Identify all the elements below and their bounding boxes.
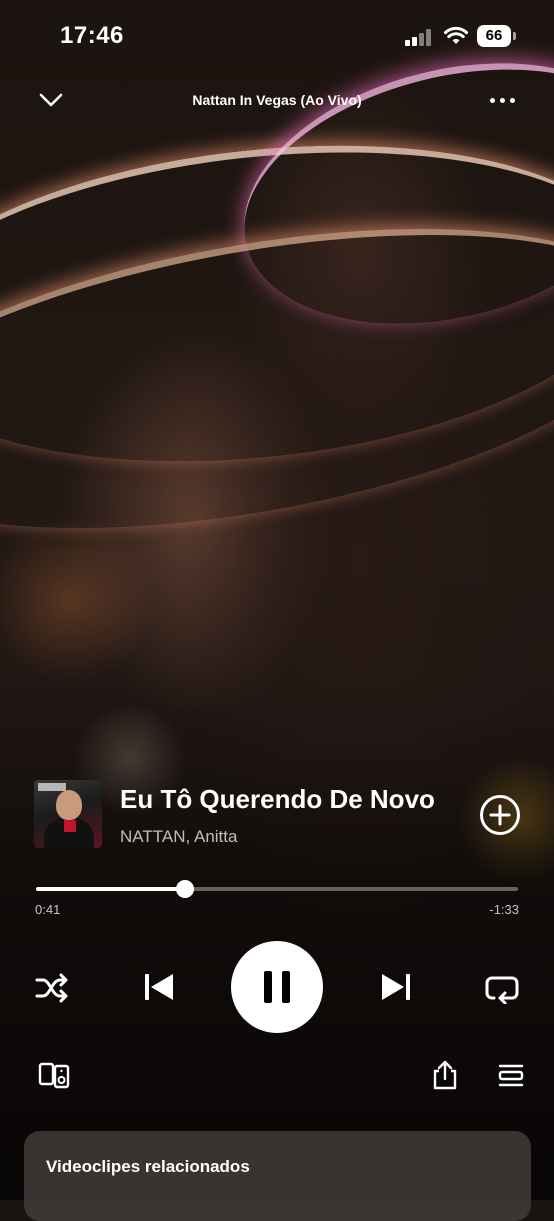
pause-icon [264, 971, 290, 1003]
progress-fill [36, 887, 186, 891]
progress-bar[interactable] [36, 880, 518, 898]
now-playing-context-title: Nattan In Vegas (Ao Vivo) [192, 92, 362, 108]
track-title[interactable]: Eu Tô Querendo De Novo [120, 784, 435, 815]
shuffle-icon[interactable] [34, 972, 70, 1004]
track-artist[interactable]: NATTAN, Anitta [120, 827, 237, 847]
pause-button[interactable] [231, 941, 323, 1033]
status-bar: 17:46 66 [0, 0, 554, 70]
remaining-time: -1:33 [489, 902, 519, 917]
skip-next-icon[interactable] [379, 970, 413, 1004]
wifi-icon [444, 26, 468, 44]
queue-icon[interactable] [498, 1062, 524, 1088]
related-videos-panel[interactable]: Videoclipes relacionados [24, 1131, 531, 1221]
skip-previous-icon[interactable] [142, 970, 176, 1004]
elapsed-time: 0:41 [35, 902, 61, 917]
repeat-icon[interactable] [484, 972, 520, 1004]
battery-indicator: 66 [477, 25, 511, 47]
share-icon[interactable] [431, 1060, 459, 1090]
status-time: 17:46 [60, 22, 124, 49]
related-videos-title: Videoclipes relacionados [46, 1157, 250, 1176]
cellular-signal-icon [405, 28, 433, 46]
connect-device-icon[interactable] [38, 1061, 70, 1089]
add-circle-icon[interactable] [479, 794, 521, 836]
album-art[interactable] [34, 780, 102, 848]
more-options-icon[interactable] [490, 98, 516, 104]
